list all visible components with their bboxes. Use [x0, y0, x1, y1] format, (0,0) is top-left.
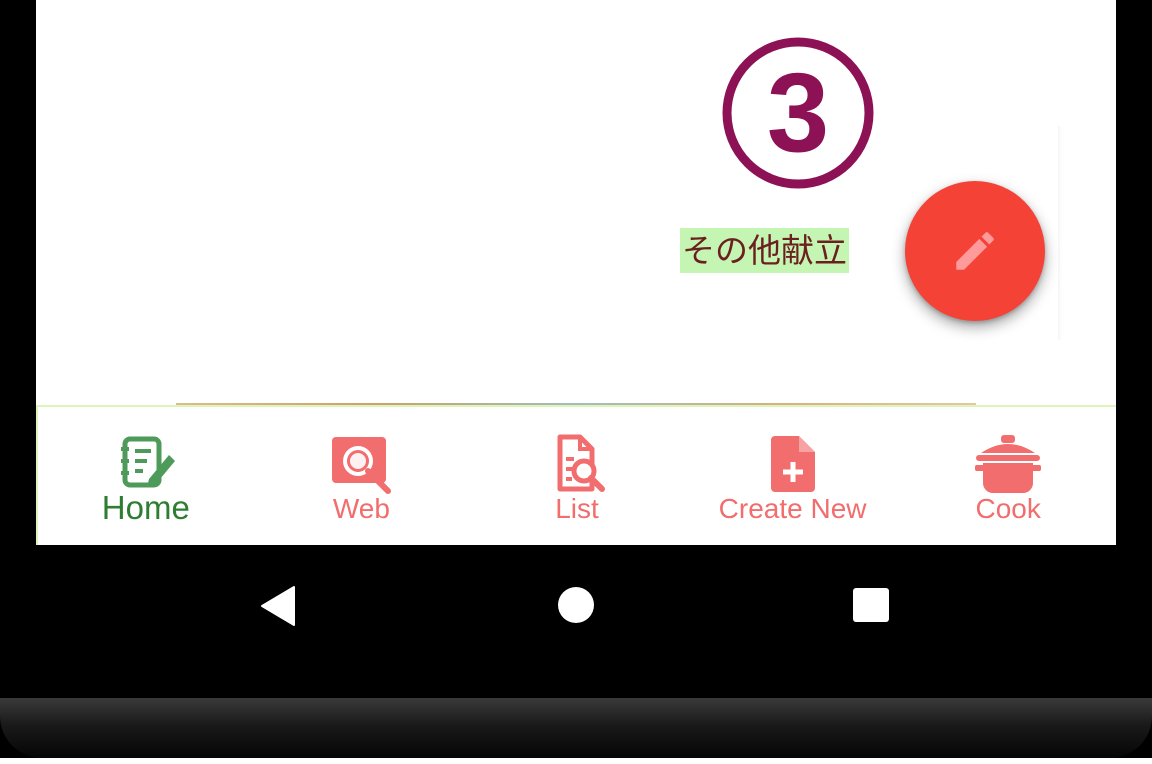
- fab-shadow: [1058, 126, 1062, 340]
- system-navigation-bar: [0, 545, 1152, 698]
- step-number-text: 3: [767, 50, 829, 175]
- nav-item-home[interactable]: Home: [38, 407, 254, 545]
- app-screen: 3 その他献立 Home Web List Create New Cook: [36, 0, 1116, 545]
- nav-item-create-new[interactable]: Create New: [685, 407, 901, 545]
- nav-label-cook: Cook: [975, 493, 1041, 524]
- step-number-circle: 3: [722, 37, 874, 189]
- nav-label-list: List: [555, 493, 599, 524]
- back-triangle-icon[interactable]: [258, 585, 298, 627]
- edit-fab-button[interactable]: [905, 181, 1045, 321]
- recents-square-icon[interactable]: [852, 587, 890, 623]
- nav-item-cook[interactable]: Cook: [900, 407, 1116, 545]
- nav-item-list[interactable]: List: [469, 407, 685, 545]
- main-content: 3 その他献立: [36, 0, 1116, 406]
- phone-frame: 3 その他献立 Home Web List Create New Cook: [0, 0, 1152, 764]
- category-label: その他献立: [680, 228, 849, 273]
- home-circle-icon[interactable]: [557, 586, 595, 624]
- new-file-icon: [758, 429, 828, 499]
- bottom-navigation: Home Web List Create New Cook: [36, 405, 1116, 545]
- nav-label-create-new: Create New: [718, 493, 867, 524]
- nav-label-web: Web: [332, 493, 390, 524]
- nav-label-home: Home: [101, 489, 190, 526]
- web-search-icon: [326, 429, 396, 499]
- document-search-icon: [542, 429, 612, 499]
- pencil-icon: [956, 232, 994, 270]
- device-bottom-bezel: [0, 698, 1152, 758]
- nav-item-web[interactable]: Web: [254, 407, 470, 545]
- cooking-pot-icon: [973, 429, 1043, 499]
- background-strip: [0, 758, 1152, 764]
